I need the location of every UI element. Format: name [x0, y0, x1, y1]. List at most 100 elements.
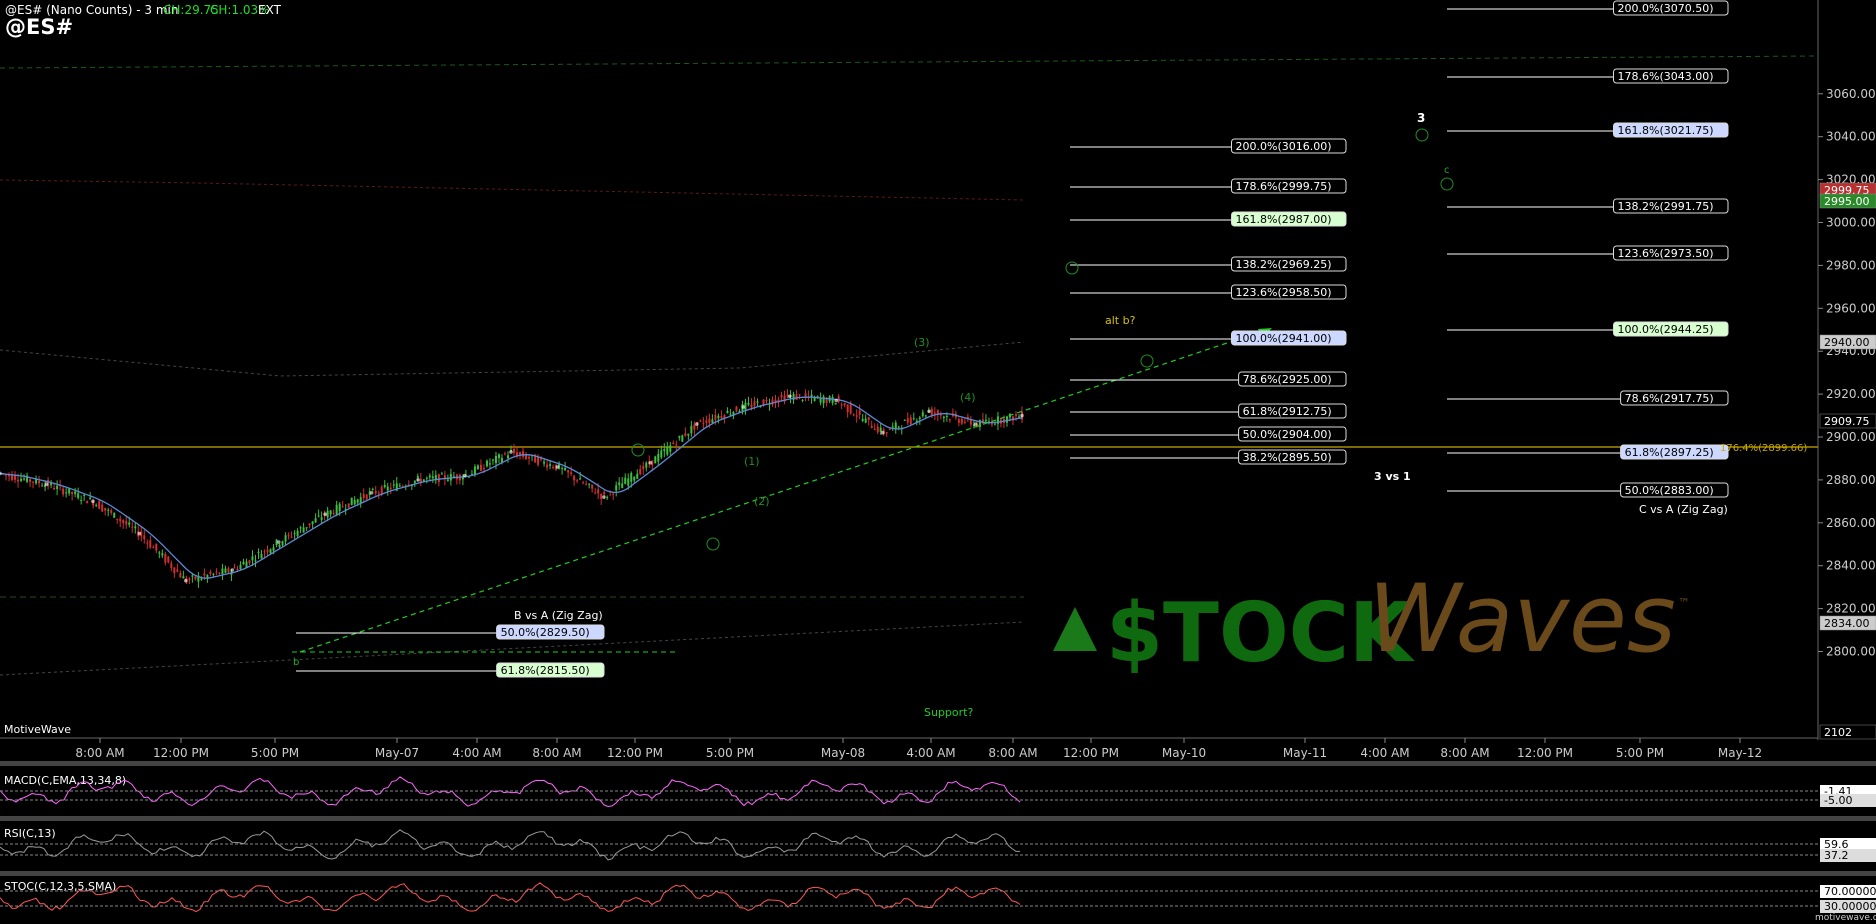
candle-body [281, 541, 284, 545]
candle-body [143, 535, 146, 540]
candle-body [317, 515, 320, 517]
candle-body [918, 417, 921, 419]
candle-body [726, 411, 729, 414]
wave-c-label: c [1444, 165, 1450, 176]
candle-body [200, 578, 203, 580]
candle-body [152, 547, 155, 549]
fib-label: 138.2%(2991.75) [1618, 200, 1714, 213]
price-point [602, 495, 606, 499]
candle-body [645, 462, 648, 468]
price-point [462, 473, 467, 478]
candle-body [101, 504, 104, 512]
candle-body [482, 467, 485, 470]
candle-body [630, 472, 633, 482]
candle-body [473, 466, 476, 475]
candle-body [440, 473, 443, 475]
price-tick-label: 2980.00 [1826, 258, 1876, 272]
candle-body [293, 533, 296, 535]
candle-body [666, 446, 669, 455]
candle-body [446, 479, 449, 481]
candle-body [639, 469, 642, 475]
candle-body [852, 414, 855, 416]
candle-body [780, 394, 783, 398]
candle-body [257, 552, 260, 554]
candle-body [597, 489, 600, 494]
candle-body [77, 493, 80, 499]
chart-canvas: 3060.003040.003020.003000.002980.002960.… [0, 0, 1876, 924]
candle-body [485, 460, 488, 467]
candle-body [672, 442, 675, 444]
candle-body [89, 497, 92, 499]
candle-body [110, 510, 113, 513]
candle-body [179, 572, 182, 578]
candle-body [642, 466, 645, 470]
candle-body [930, 408, 933, 416]
candle-body [870, 425, 873, 428]
candle-body [329, 510, 332, 515]
stockwaves-tm: ™ [1678, 596, 1690, 610]
fib-label: 138.2%(2969.25) [1236, 258, 1332, 271]
candle-body [209, 571, 212, 575]
candle-body [594, 492, 597, 494]
time-tick-label: 12:00 PM [607, 746, 663, 760]
candle-body [74, 491, 77, 495]
candle-body [416, 476, 419, 478]
candle-body [32, 481, 35, 483]
stoch-value-2: 30.00000 [1824, 900, 1876, 913]
price-point [184, 578, 188, 583]
candle-body [170, 563, 173, 569]
candle-body [374, 490, 377, 494]
candle-body [314, 518, 317, 523]
wave-label: (2) [754, 495, 770, 508]
candle-body [765, 400, 768, 402]
candle-body [392, 484, 395, 486]
candle-body [479, 464, 482, 471]
candle-body [341, 506, 344, 508]
time-tick-label: May-11 [1283, 746, 1327, 760]
candle-body [242, 561, 245, 565]
candle-body [251, 556, 254, 561]
candle-body [858, 410, 861, 415]
price-tick-label: 2920.00 [1826, 387, 1876, 401]
fib-label: 38.2%(2895.50) [1243, 451, 1332, 464]
candle-body [1017, 416, 1020, 418]
candle-body [224, 568, 227, 573]
candle-body [428, 475, 431, 478]
candle-body [750, 404, 753, 408]
candle-body [29, 479, 32, 482]
candle-body [909, 417, 912, 424]
candle-body [98, 501, 101, 509]
candle-body [621, 483, 624, 489]
candle-body [681, 435, 684, 442]
candle-body [104, 507, 107, 511]
candle-body [633, 477, 636, 481]
candle-body [68, 488, 71, 494]
candle-body [131, 526, 134, 528]
candle-body [233, 567, 236, 569]
price-point [230, 568, 235, 572]
stoch-value-1: 70.00000 [1824, 885, 1876, 898]
candle-body [350, 497, 353, 506]
footer-credit: motivewave.com [1815, 913, 1876, 923]
candle-body [476, 465, 479, 469]
candle-body [702, 422, 705, 424]
candle-body [488, 463, 491, 465]
candle-body [437, 474, 440, 483]
candle-body [164, 554, 167, 563]
target-line-label: 176.4%(2899.66) [1720, 443, 1807, 454]
candle-body [377, 492, 380, 494]
candle-body [353, 500, 356, 505]
alt-b-label: alt b? [1105, 314, 1136, 327]
candle-body [188, 578, 191, 580]
time-tick-label: 12:00 PM [153, 746, 209, 760]
candle-body [984, 419, 987, 422]
candle-body [585, 483, 588, 485]
candle-body [879, 427, 882, 432]
candle-body [83, 494, 86, 496]
time-tick-label: 12:00 PM [1063, 746, 1119, 760]
pane-divider [0, 761, 1876, 766]
session-label: EXT [258, 3, 281, 17]
price-tick-label: 3000.00 [1826, 216, 1876, 230]
candle-body [690, 426, 693, 434]
c-vs-a-label: C vs A (Zig Zag) [1639, 503, 1728, 516]
